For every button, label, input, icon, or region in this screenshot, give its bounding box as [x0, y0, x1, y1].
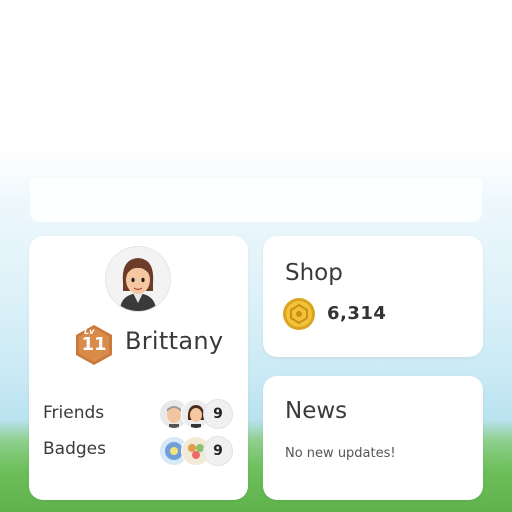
news-title: News — [285, 398, 348, 424]
badges-count: 9 — [203, 436, 233, 466]
level-number: 11 — [81, 334, 107, 355]
badges-icons[interactable]: 9 — [159, 436, 235, 466]
badges-label[interactable]: Badges — [43, 439, 106, 459]
news-status: No new updates! — [285, 446, 396, 461]
news-card[interactable]: News No new updates! — [263, 376, 483, 500]
coin-balance: 6,314 — [327, 303, 387, 324]
friends-label[interactable]: Friends — [43, 403, 104, 423]
gold-coin-icon — [282, 297, 316, 331]
friends-count: 9 — [203, 399, 233, 429]
level-badge: Lv 11 — [73, 324, 115, 366]
mii-avatar-icon — [106, 247, 170, 311]
friends-avatars[interactable]: 9 — [159, 399, 235, 429]
avatar[interactable] — [105, 246, 171, 312]
header-backdrop — [30, 178, 482, 222]
shop-title: Shop — [285, 260, 343, 286]
player-name: Brittany — [125, 327, 224, 355]
profile-card[interactable]: Lv 11 Brittany Friends 9 Badges 9 — [29, 236, 248, 500]
shop-card[interactable]: Shop 6,314 — [263, 236, 483, 357]
